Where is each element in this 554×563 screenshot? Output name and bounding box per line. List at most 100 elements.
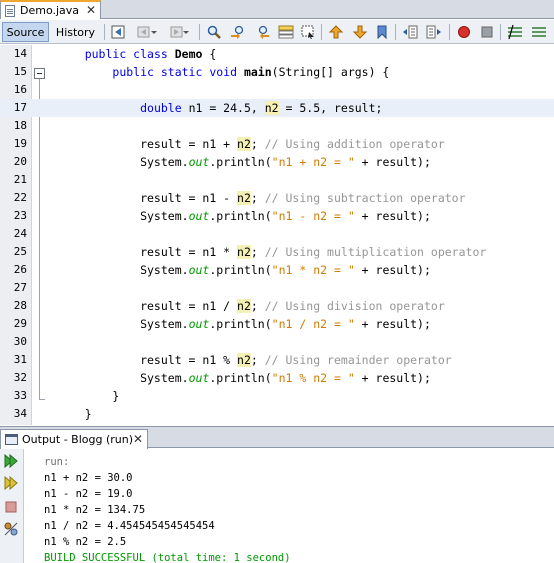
line-number: 22	[13, 191, 27, 204]
rerun-icon[interactable]	[3, 453, 19, 469]
code-line[interactable]: 22 result = n1 - n2; // Using subtractio…	[0, 189, 554, 207]
code-line[interactable]: 25 result = n1 * n2; // Using multiplica…	[0, 243, 554, 261]
code-line[interactable]: 15 public static void main(String[] args…	[0, 63, 554, 81]
output-tab[interactable]: Output - Blogg (run) ✕	[0, 429, 148, 449]
code-line[interactable]: 32 System.out.println("n1 % n2 = " + res…	[0, 369, 554, 387]
code-text[interactable]: result = n1 - n2; // Using subtraction o…	[57, 189, 466, 207]
build-status-line: BUILD SUCCESSFUL (total time: 1 second)	[44, 552, 291, 563]
line-number: 28	[13, 299, 27, 312]
stop-icon[interactable]	[3, 499, 19, 515]
code-text[interactable]: System.out.println("n1 / n2 = " + result…	[57, 315, 431, 333]
source-button[interactable]: Source	[2, 22, 49, 42]
line-number: 31	[13, 353, 27, 366]
shift-line-left-icon[interactable]	[402, 24, 418, 40]
line-number: 14	[13, 47, 27, 60]
code-text[interactable]: System.out.println("n1 % n2 = " + result…	[57, 369, 431, 387]
line-number: 34	[13, 407, 27, 420]
line-number: 20	[13, 155, 27, 168]
line-number: 29	[13, 317, 27, 330]
rerun-with-parameters-icon[interactable]	[3, 475, 19, 491]
toolbar-separator	[321, 24, 322, 40]
output-line: run:	[44, 456, 70, 468]
back-dropdown-icon[interactable]	[150, 24, 158, 40]
toolbar-separator	[395, 24, 396, 40]
output-side-toolbar	[0, 449, 24, 563]
code-text[interactable]: result = n1 + n2; // Using addition oper…	[57, 135, 445, 153]
code-line[interactable]: 19 result = n1 + n2; // Using addition o…	[0, 135, 554, 153]
code-line[interactable]: 33 }	[0, 387, 554, 405]
toolbar-separator	[199, 24, 200, 40]
code-text[interactable]: result = n1 % n2; // Using remainder ope…	[57, 351, 452, 369]
output-line: n1 % n2 = 2.5	[44, 536, 127, 548]
code-line[interactable]: 29 System.out.println("n1 / n2 = " + res…	[0, 315, 554, 333]
code-text[interactable]: }	[57, 387, 119, 405]
code-text[interactable]: System.out.println("n1 - n2 = " + result…	[57, 207, 431, 225]
comment-icon[interactable]	[507, 24, 523, 40]
code-line[interactable]: 24	[0, 225, 554, 243]
toolbar-separator	[104, 24, 105, 40]
toggle-bookmark-icon[interactable]	[374, 24, 390, 40]
line-number: 26	[13, 263, 27, 276]
line-number: 21	[13, 173, 27, 186]
line-number: 19	[13, 137, 27, 150]
code-line[interactable]: 16	[0, 81, 554, 99]
line-number: 24	[13, 227, 27, 240]
uncomment-icon[interactable]	[531, 24, 547, 40]
toggle-highlight-icon[interactable]	[278, 24, 294, 40]
code-line[interactable]: 18	[0, 117, 554, 135]
output-window-icon	[5, 434, 18, 445]
output-line: n1 * n2 = 134.75	[44, 504, 146, 516]
last-edit-icon[interactable]	[110, 24, 126, 40]
code-text[interactable]: result = n1 * n2; // Using multiplicatio…	[57, 243, 486, 261]
line-number: 16	[13, 83, 27, 96]
code-line[interactable]: 34 }	[0, 405, 554, 423]
toolbar-separator	[500, 24, 501, 40]
code-line[interactable]: 27	[0, 279, 554, 297]
code-text[interactable]: public class Demo {	[57, 45, 217, 63]
line-number: 23	[13, 209, 27, 222]
output-tab-label: Output - Blogg (run)	[22, 433, 134, 446]
output-line: n1 / n2 = 4.454545454545454	[44, 520, 215, 532]
editor-toolbar: Source History	[0, 20, 554, 44]
code-line[interactable]: 30	[0, 333, 554, 351]
find-next-icon[interactable]	[254, 24, 270, 40]
code-text[interactable]: System.out.println("n1 + n2 = " + result…	[57, 153, 431, 171]
previous-bookmark-icon[interactable]	[328, 24, 344, 40]
code-line[interactable]: 14 public class Demo {	[0, 45, 554, 63]
output-window: run: n1 + n2 = 30.0 n1 - n2 = 19.0 n1 * n2 …	[0, 449, 554, 563]
line-number: 27	[13, 281, 27, 294]
find-previous-icon[interactable]	[230, 24, 246, 40]
forward-dropdown-icon[interactable]	[182, 24, 190, 40]
code-line[interactable]: 21	[0, 171, 554, 189]
close-output-icon[interactable]: ✕	[133, 432, 143, 446]
start-macro-recording-icon[interactable]	[456, 24, 472, 40]
editor-tab-bar: Demo.java ✕	[0, 0, 554, 19]
code-text[interactable]: System.out.println("n1 * n2 = " + result…	[57, 261, 431, 279]
line-number: 18	[13, 119, 27, 132]
editor-tab-demo-java[interactable]: Demo.java ✕	[0, 0, 101, 19]
code-text[interactable]: double n1 = 24.5, n2 = 5.5, result;	[57, 99, 382, 117]
code-line[interactable]: 31 result = n1 % n2; // Using remainder …	[0, 351, 554, 369]
output-line: n1 + n2 = 30.0	[44, 472, 133, 484]
close-tab-icon[interactable]: ✕	[86, 3, 96, 17]
code-text[interactable]: public static void main(String[] args) {	[57, 63, 389, 81]
stop-macro-recording-icon[interactable]	[479, 24, 495, 40]
next-bookmark-icon[interactable]	[352, 24, 368, 40]
line-number: 30	[13, 335, 27, 348]
code-text[interactable]: }	[57, 405, 92, 423]
history-button[interactable]: History	[52, 22, 99, 42]
line-number: 15	[13, 65, 27, 78]
code-editor[interactable]: 14 public class Demo {15 public static v…	[0, 45, 554, 425]
find-icon[interactable]	[206, 24, 222, 40]
code-line[interactable]: 20 System.out.println("n1 + n2 = " + res…	[0, 153, 554, 171]
code-line[interactable]: 26 System.out.println("n1 * n2 = " + res…	[0, 261, 554, 279]
code-line[interactable]: 28 result = n1 / n2; // Using division o…	[0, 297, 554, 315]
shift-line-right-icon[interactable]	[426, 24, 442, 40]
code-line[interactable]: 23 System.out.println("n1 - n2 = " + res…	[0, 207, 554, 225]
output-line: n1 - n2 = 19.0	[44, 488, 133, 500]
settings-icon[interactable]	[3, 521, 19, 537]
code-text[interactable]: result = n1 / n2; // Using division oper…	[57, 297, 445, 315]
editor-tab-label: Demo.java	[20, 4, 80, 17]
code-line[interactable]: 17 double n1 = 24.5, n2 = 5.5, result;	[0, 99, 554, 117]
toggle-rectangular-selection-icon[interactable]	[300, 24, 316, 40]
